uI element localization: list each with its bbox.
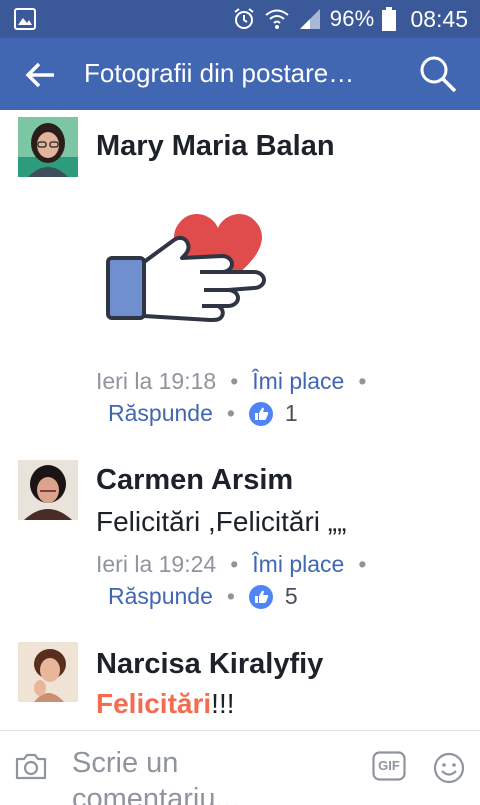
comment-meta-row2: Răspunde • 5 [108, 583, 298, 610]
reply-button[interactable]: Răspunde [108, 583, 213, 610]
battery-icon [382, 7, 397, 31]
separator-dot: • [230, 368, 239, 394]
comment-text: Felicitări!!! [96, 688, 235, 720]
comment-text: Felicitări ,Felicitări „„ [96, 506, 347, 537]
comment-timestamp: Ieri la 19:18 [96, 368, 217, 394]
app-bar: Fotografii din postare… [0, 38, 480, 110]
alarm-icon [234, 8, 254, 29]
separator-dot: • [226, 400, 235, 426]
comment-meta: Ieri la 19:18 • Îmi place • [96, 368, 380, 395]
avatar[interactable] [18, 117, 78, 177]
like-count[interactable]: 5 [285, 583, 298, 610]
comment-composer: Scrie un comentariu... GIF [0, 730, 480, 805]
wifi-icon [265, 9, 289, 29]
status-right: 96% 08:45 [232, 0, 468, 38]
separator-dot: • [358, 368, 367, 394]
clock: 08:45 [410, 5, 468, 32]
search-icon[interactable] [418, 54, 458, 94]
heart-hand-sticker [106, 214, 266, 322]
separator-dot: • [226, 583, 235, 609]
emoji-icon[interactable] [432, 751, 466, 785]
battery-percent: 96% [329, 6, 375, 31]
back-arrow-icon[interactable] [24, 58, 58, 92]
comments-list: Mary Maria Balan Ieri la 19:18 • Îmi place… [0, 110, 480, 730]
separator-dot: • [230, 551, 239, 577]
gallery-notification-icon [14, 8, 36, 30]
page-title: Fotografii din postare… [84, 58, 355, 88]
like-count[interactable]: 1 [285, 400, 298, 427]
comment-author[interactable]: Mary Maria Balan [96, 130, 335, 163]
comment-author[interactable]: Carmen Arsim [96, 464, 293, 497]
like-thumb-icon [248, 584, 273, 609]
camera-icon[interactable] [14, 751, 48, 781]
like-button[interactable]: Îmi place [252, 368, 344, 394]
status-bar: 96% 08:45 [0, 0, 480, 38]
comment-text-highlight: Felicitări [96, 688, 212, 719]
gif-button[interactable]: GIF [372, 751, 406, 781]
comment-text-rest: !!! [211, 688, 235, 719]
comment-input[interactable]: Scrie un comentariu... [72, 745, 352, 805]
separator-dot: • [358, 551, 367, 577]
gif-label: GIF [378, 758, 400, 773]
like-button[interactable]: Îmi place [252, 551, 344, 577]
avatar[interactable] [18, 460, 78, 520]
avatar[interactable] [18, 642, 78, 702]
comment-timestamp: Ieri la 19:24 [96, 551, 217, 577]
comment-author[interactable]: Narcisa Kiralyfiy [96, 648, 323, 681]
comment-meta-row2: Răspunde • 1 [108, 400, 298, 427]
like-thumb-icon [248, 401, 273, 426]
reply-button[interactable]: Răspunde [108, 400, 213, 427]
comment-meta: Ieri la 19:24 • Îmi place • [96, 551, 380, 578]
signal-icon [299, 9, 320, 29]
